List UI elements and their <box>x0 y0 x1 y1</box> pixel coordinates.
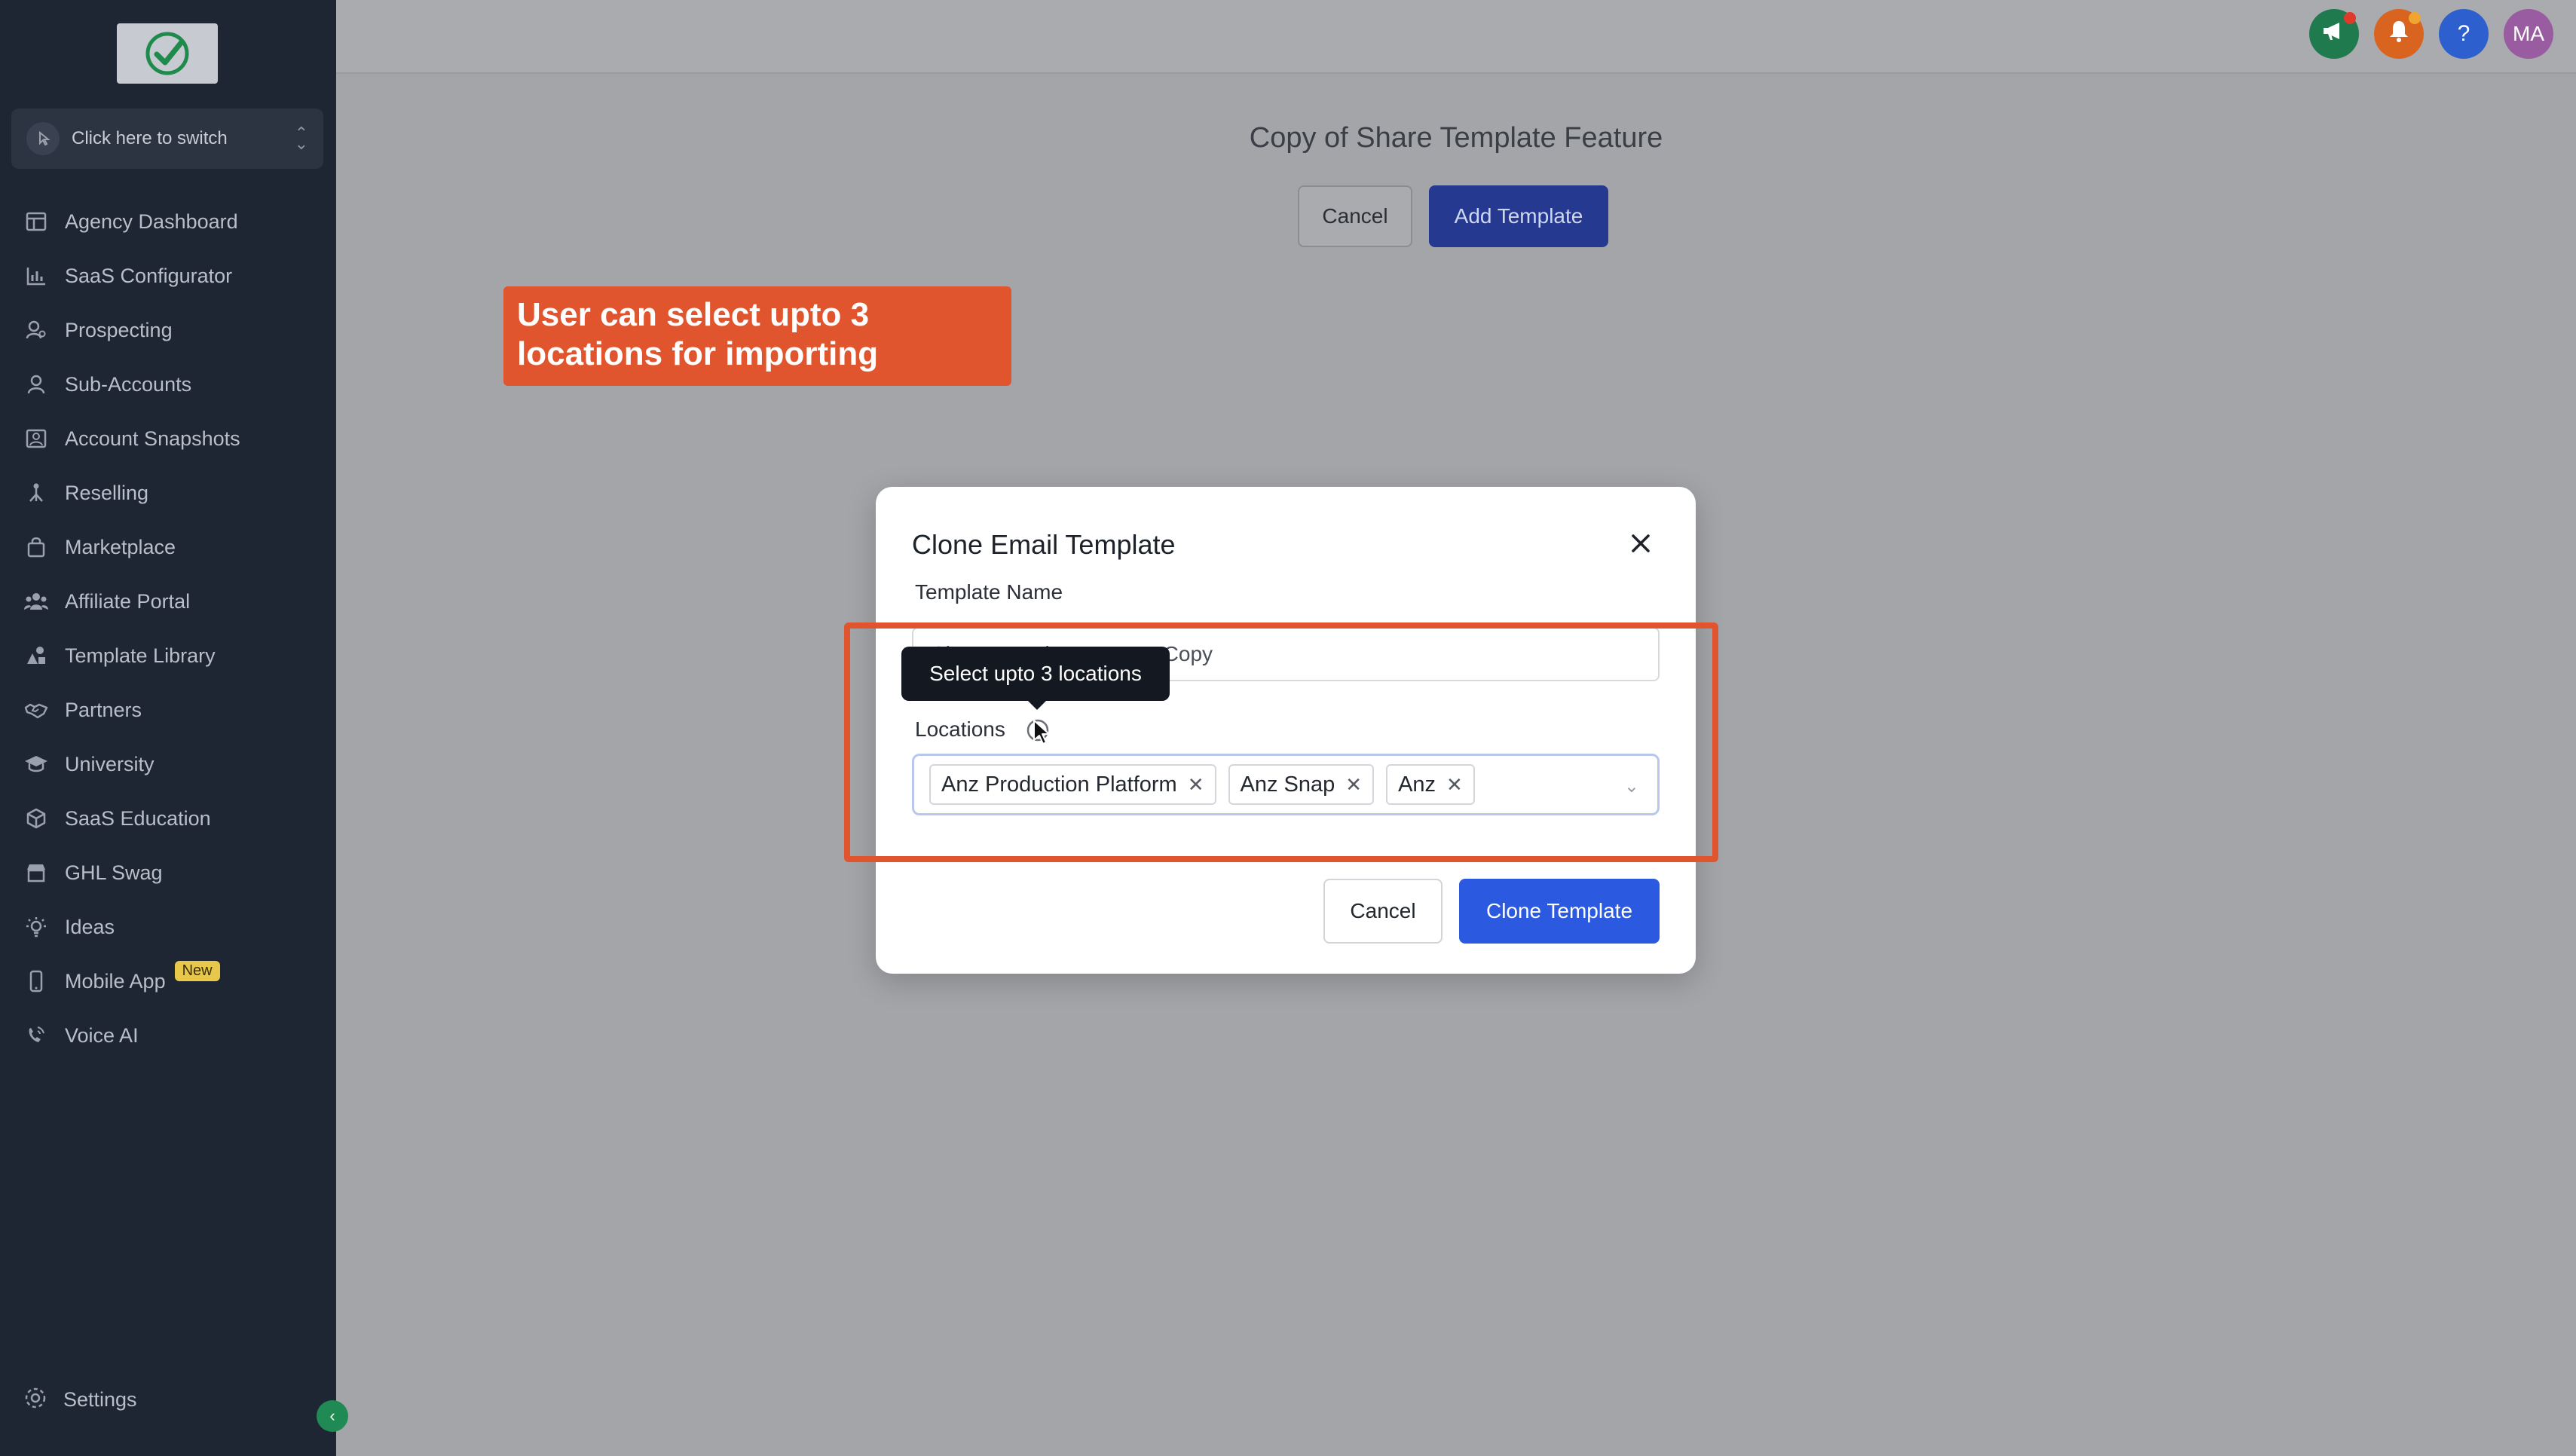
annotation-callout: User can select upto 3 locations for imp… <box>503 286 1011 386</box>
top-bar: ? MA <box>336 0 2576 74</box>
gear-icon <box>23 1385 48 1415</box>
sidebar-item-ghl-swag[interactable]: GHL Swag <box>0 846 336 900</box>
bar-chart-icon <box>23 262 50 289</box>
location-tag: Anz Snap ✕ <box>1228 764 1375 805</box>
add-template-button[interactable]: Add Template <box>1429 185 1608 247</box>
sidebar-item-label: Reselling <box>65 481 149 504</box>
top-actions: ? MA <box>2309 9 2553 59</box>
remove-tag-icon[interactable]: ✕ <box>1446 773 1463 797</box>
sidebar-item-label: Sub-Accounts <box>65 372 192 396</box>
sidebar-item-label: Marketplace <box>65 535 176 558</box>
checkmark-logo-icon <box>145 32 189 75</box>
sidebar-item-partners[interactable]: Partners <box>0 683 336 737</box>
locations-multiselect[interactable]: Anz Production Platform ✕ Anz Snap ✕ Anz… <box>912 754 1660 815</box>
locations-label: Locations <box>915 717 1005 741</box>
sidebar-item-reselling[interactable]: Reselling <box>0 466 336 520</box>
sidebar-item-ideas[interactable]: Ideas <box>0 900 336 954</box>
locations-tooltip: Select upto 3 locations <box>901 647 1170 710</box>
location-tag: Anz ✕ <box>1386 764 1475 805</box>
lightbulb-icon <box>23 913 50 941</box>
new-badge: New <box>174 960 220 981</box>
sidebar: Click here to switch ⌃ ⌄ Agency Dashboard… <box>0 0 348 1456</box>
avatar[interactable]: MA <box>2504 9 2553 59</box>
user-search-icon <box>23 317 50 344</box>
help-button[interactable]: ? <box>2439 9 2489 59</box>
collapse-sidebar-button[interactable]: ‹ <box>317 1400 348 1432</box>
sidebar-item-label: Voice AI <box>65 1023 139 1047</box>
notification-dot <box>2409 12 2421 24</box>
location-tag-label: Anz <box>1398 772 1436 797</box>
close-icon <box>1632 534 1650 552</box>
sidebar-item-agency-dashboard[interactable]: Agency Dashboard <box>0 194 336 249</box>
sidebar-item-template-library[interactable]: Template Library <box>0 629 336 683</box>
modal-close-button[interactable] <box>1622 525 1660 562</box>
graduation-cap-icon <box>23 751 50 778</box>
sidebar-item-label: Affiliate Portal <box>65 589 191 613</box>
avatar-initials: MA <box>2513 22 2544 45</box>
remove-tag-icon[interactable]: ✕ <box>1188 773 1204 797</box>
sidebar-item-account-snapshots[interactable]: Account Snapshots <box>0 411 336 466</box>
sidebar-item-label: GHL Swag <box>65 861 163 884</box>
sidebar-item-label: Prospecting <box>65 318 173 341</box>
page-cancel-button[interactable]: Cancel <box>1298 185 1412 247</box>
page-title: Copy of Share Template Feature <box>1249 122 1663 154</box>
announcements-button[interactable] <box>2309 9 2359 59</box>
remove-tag-icon[interactable]: ✕ <box>1345 773 1362 797</box>
sidebar-item-label: Ideas <box>65 915 115 938</box>
users-icon <box>23 588 50 615</box>
settings-label: Settings <box>63 1388 137 1411</box>
megaphone-icon <box>2321 20 2347 48</box>
notifications-button[interactable] <box>2374 9 2424 59</box>
sidebar-item-saas-education[interactable]: SaaS Education <box>0 791 336 846</box>
sidebar-item-label: SaaS Configurator <box>65 264 233 287</box>
page-actions: Cancel Add Template <box>1298 185 1608 247</box>
sidebar-item-mobile-app[interactable]: Mobile App New <box>0 954 336 1008</box>
clone-template-button[interactable]: Clone Template <box>1459 879 1660 944</box>
template-name-label: Template Name <box>915 580 1063 604</box>
clone-email-template-modal: Clone Email Template Template Name Share… <box>876 487 1696 974</box>
sidebar-nav: Agency Dashboard SaaS Configurator Prosp… <box>0 194 336 1063</box>
notification-dot <box>2344 12 2356 24</box>
sidebar-item-affiliate-portal[interactable]: Affiliate Portal <box>0 574 336 629</box>
shopping-bag-icon <box>23 534 50 561</box>
sidebar-item-settings[interactable]: Settings <box>23 1385 137 1415</box>
sidebar-item-label: Account Snapshots <box>65 427 240 450</box>
store-icon <box>23 859 50 886</box>
phone-wave-icon <box>23 1022 50 1049</box>
sidebar-item-saas-configurator[interactable]: SaaS Configurator <box>0 249 336 303</box>
location-tag: Anz Production Platform ✕ <box>929 764 1216 805</box>
sidebar-item-marketplace[interactable]: Marketplace <box>0 520 336 574</box>
dashboard-icon <box>23 208 50 235</box>
cubes-icon <box>23 805 50 832</box>
chevron-left-icon: ‹ <box>329 1406 335 1425</box>
mouse-cursor-icon <box>1033 719 1052 750</box>
agency-logo[interactable] <box>117 23 218 84</box>
snapshot-icon <box>23 425 50 452</box>
sidebar-item-prospecting[interactable]: Prospecting <box>0 303 336 357</box>
sidebar-item-label: Mobile App <box>65 969 166 993</box>
sidebar-item-label: University <box>65 752 154 775</box>
user-icon <box>23 371 50 398</box>
sidebar-item-label: SaaS Education <box>65 806 211 830</box>
sidebar-item-sub-accounts[interactable]: Sub-Accounts <box>0 357 336 411</box>
modal-title: Clone Email Template <box>912 529 1176 560</box>
sidebar-item-university[interactable]: University <box>0 737 336 791</box>
location-tag-label: Anz Snap <box>1240 772 1335 797</box>
sidebar-item-voice-ai[interactable]: Voice AI <box>0 1008 336 1063</box>
sidebar-item-label: Partners <box>65 698 142 721</box>
network-icon <box>23 479 50 506</box>
bell-icon <box>2388 19 2410 49</box>
location-tag-label: Anz Production Platform <box>941 772 1177 797</box>
sidebar-item-label: Agency Dashboard <box>65 210 238 233</box>
handshake-icon <box>23 696 50 723</box>
shapes-icon <box>23 642 50 669</box>
help-icon: ? <box>2457 21 2470 46</box>
modal-cancel-button[interactable]: Cancel <box>1323 879 1442 944</box>
sidebar-item-label: Template Library <box>65 644 216 667</box>
mobile-icon <box>23 968 50 995</box>
chevron-down-icon[interactable]: ⌄ <box>1624 775 1639 797</box>
